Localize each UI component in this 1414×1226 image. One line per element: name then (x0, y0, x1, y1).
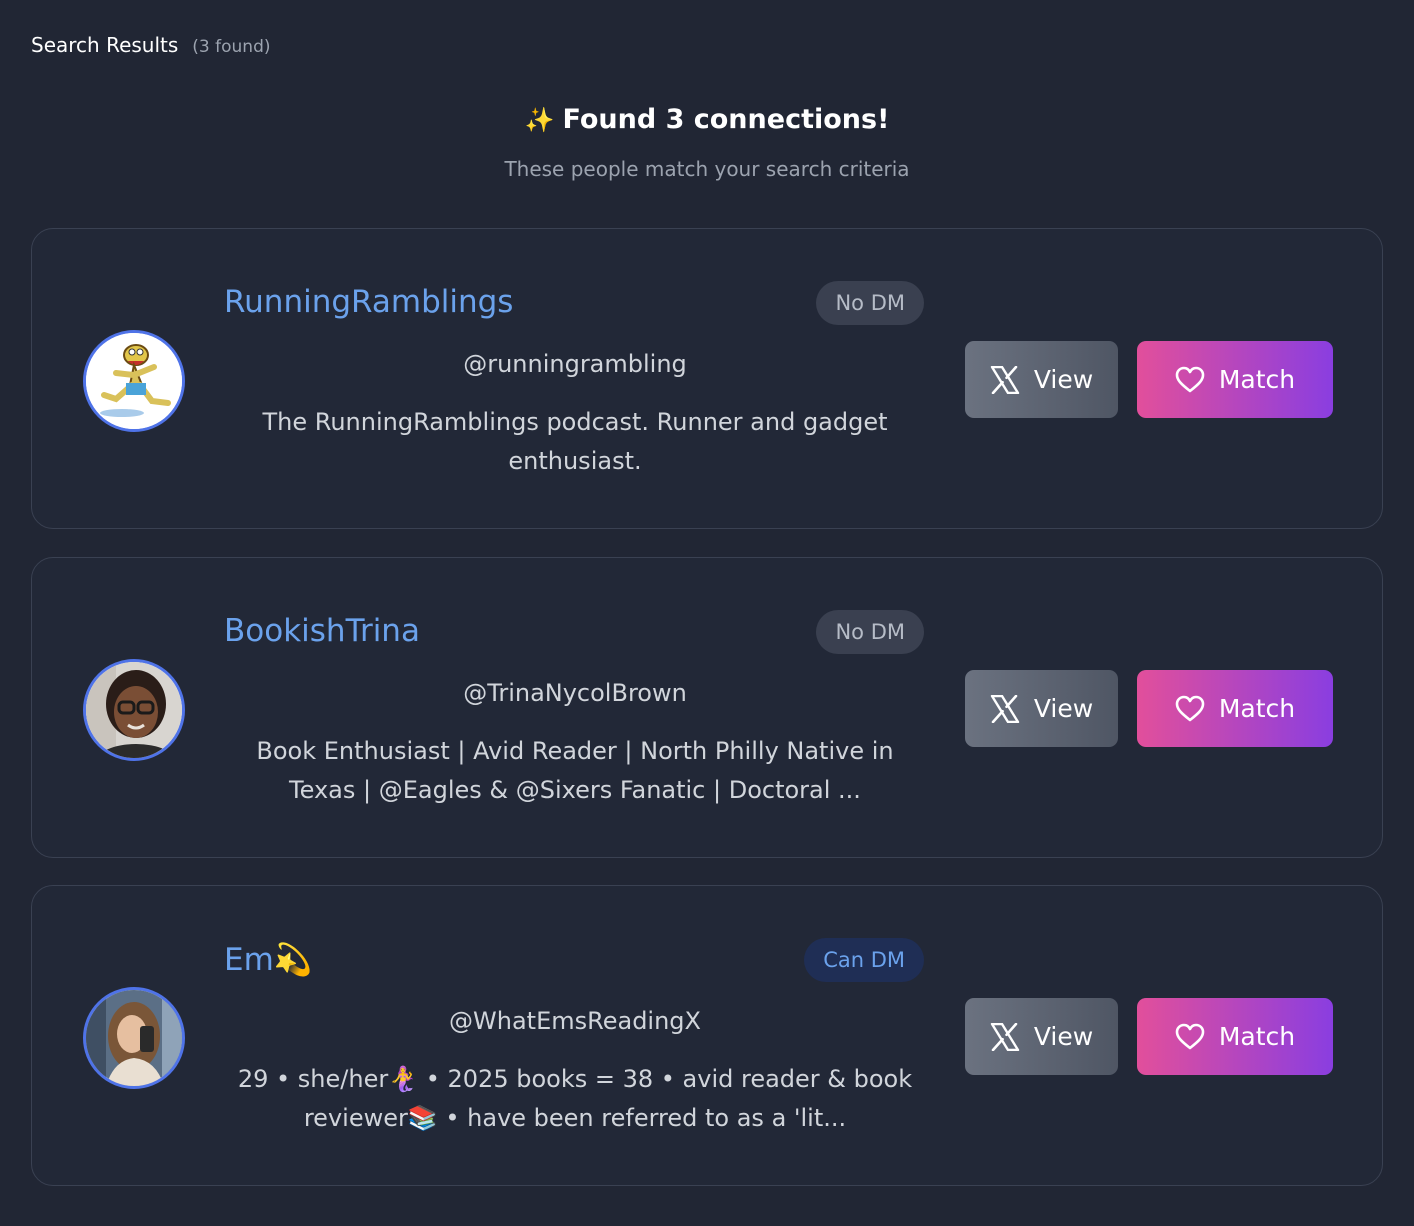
result-card: Em💫 Can DM @WhatEmsReadingX 29 • she/her… (31, 885, 1383, 1186)
view-label: View (1033, 1022, 1094, 1051)
match-label: Match (1218, 694, 1296, 723)
results-header: Search Results (3 found) (31, 33, 271, 57)
sparkles-icon: ✨ (524, 105, 555, 134)
profile-name[interactable]: Em💫 (224, 941, 312, 978)
results-summary: ✨ Found 3 connections! These people matc… (0, 104, 1414, 181)
view-label: View (1033, 365, 1094, 394)
view-button[interactable]: View (965, 998, 1118, 1075)
heart-icon (1175, 366, 1205, 392)
result-card: RunningRamblings No DM @runningrambling … (31, 228, 1383, 529)
match-label: Match (1218, 1022, 1296, 1051)
dm-status-badge: No DM (816, 281, 924, 325)
heart-icon (1175, 1023, 1205, 1049)
x-logo-icon (990, 694, 1020, 723)
match-label: Match (1218, 365, 1296, 394)
view-button[interactable]: View (965, 341, 1118, 418)
summary-heading: ✨ Found 3 connections! (525, 104, 890, 135)
profile-bio: The RunningRamblings podcast. Runner and… (262, 408, 888, 475)
dm-status-badge: Can DM (804, 938, 924, 982)
profile-handle: @WhatEmsReadingX (449, 1007, 701, 1035)
avatar[interactable] (83, 330, 185, 432)
x-logo-icon (990, 1022, 1020, 1051)
x-logo-icon (990, 365, 1020, 394)
match-button[interactable]: Match (1137, 998, 1333, 1075)
summary-subtitle: These people match your search criteria (504, 157, 910, 181)
match-button[interactable]: Match (1137, 341, 1333, 418)
view-label: View (1033, 694, 1094, 723)
summary-title: Found 3 connections! (562, 104, 890, 135)
profile-bio: Book Enthusiast | Avid Reader | North Ph… (256, 737, 894, 804)
profile-bio: 29 • she/her🧜‍♀️ • 2025 books = 38 • avi… (237, 1065, 913, 1132)
results-count: (3 found) (192, 37, 271, 57)
dm-status-badge: No DM (816, 610, 924, 654)
heart-icon (1175, 695, 1205, 721)
match-button[interactable]: Match (1137, 670, 1333, 747)
result-card: BookishTrina No DM @TrinaNycolBrown Book… (31, 557, 1383, 858)
avatar[interactable] (83, 987, 185, 1089)
profile-handle: @TrinaNycolBrown (463, 679, 687, 707)
avatar[interactable] (83, 659, 185, 761)
profile-handle: @runningrambling (463, 350, 687, 378)
profile-name[interactable]: RunningRamblings (224, 284, 513, 320)
view-button[interactable]: View (965, 670, 1118, 747)
results-title: Search Results (31, 33, 179, 57)
profile-name[interactable]: BookishTrina (224, 613, 420, 649)
